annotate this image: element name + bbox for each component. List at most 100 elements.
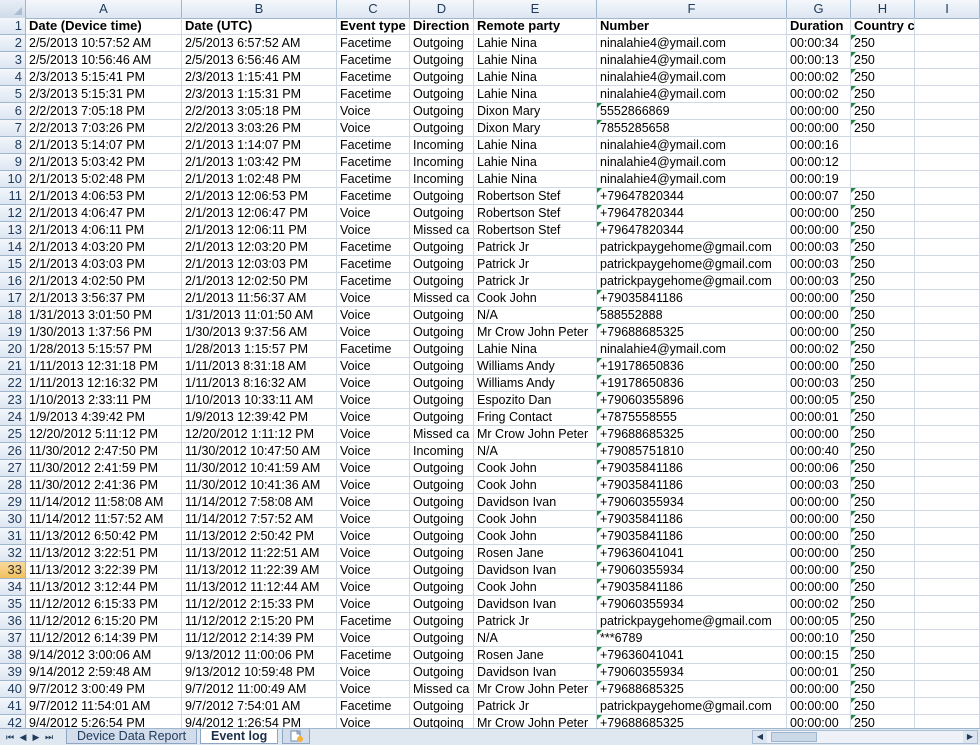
table-cell[interactable]: 2/2/2013 3:05:18 PM bbox=[182, 103, 337, 120]
table-cell[interactable]: Outgoing bbox=[410, 205, 474, 222]
row-header[interactable]: 5 bbox=[0, 86, 26, 103]
table-cell[interactable]: Voice bbox=[337, 511, 410, 528]
table-cell[interactable]: Incoming bbox=[410, 137, 474, 154]
table-cell[interactable]: Lahie Nina bbox=[474, 341, 597, 358]
table-cell[interactable]: Incoming bbox=[410, 171, 474, 188]
table-cell[interactable]: Facetime bbox=[337, 69, 410, 86]
table-cell[interactable]: Davidson Ivan bbox=[474, 494, 597, 511]
row-header[interactable]: 30 bbox=[0, 511, 26, 528]
table-cell[interactable]: Outgoing bbox=[410, 409, 474, 426]
table-cell[interactable] bbox=[915, 69, 980, 86]
table-cell[interactable]: N/A bbox=[474, 443, 597, 460]
table-cell[interactable]: 00:00:00 bbox=[787, 579, 851, 596]
table-cell[interactable]: Missed ca bbox=[410, 681, 474, 698]
table-cell[interactable]: 00:00:05 bbox=[787, 613, 851, 630]
table-cell[interactable] bbox=[915, 358, 980, 375]
table-cell[interactable]: Mr Crow John Peter bbox=[474, 324, 597, 341]
column-header-e[interactable]: E bbox=[474, 0, 597, 18]
table-cell[interactable]: Dixon Mary bbox=[474, 103, 597, 120]
table-cell[interactable]: ninalahie4@ymail.com bbox=[597, 154, 787, 171]
table-cell[interactable]: 250 bbox=[851, 86, 915, 103]
table-cell[interactable]: 00:00:00 bbox=[787, 324, 851, 341]
row-header[interactable]: 18 bbox=[0, 307, 26, 324]
table-cell[interactable]: Davidson Ivan bbox=[474, 562, 597, 579]
table-cell[interactable]: 11/14/2012 11:58:08 AM bbox=[26, 494, 182, 511]
table-cell[interactable]: Voice bbox=[337, 409, 410, 426]
table-cell[interactable]: Outgoing bbox=[410, 477, 474, 494]
table-cell[interactable]: Patrick Jr bbox=[474, 239, 597, 256]
table-cell[interactable]: ninalahie4@ymail.com bbox=[597, 341, 787, 358]
table-cell[interactable] bbox=[915, 375, 980, 392]
row-header[interactable]: 7 bbox=[0, 120, 26, 137]
column-title-cell[interactable]: Direction bbox=[410, 18, 474, 35]
table-cell[interactable]: +79060355934 bbox=[597, 596, 787, 613]
table-cell[interactable]: Mr Crow John Peter bbox=[474, 715, 597, 728]
table-cell[interactable]: +79647820344 bbox=[597, 188, 787, 205]
table-cell[interactable]: Voice bbox=[337, 120, 410, 137]
row-header[interactable]: 16 bbox=[0, 273, 26, 290]
table-cell[interactable]: 11/30/2012 10:41:36 AM bbox=[182, 477, 337, 494]
table-cell[interactable]: Outgoing bbox=[410, 307, 474, 324]
table-cell[interactable]: Patrick Jr bbox=[474, 256, 597, 273]
row-header[interactable]: 41 bbox=[0, 698, 26, 715]
table-cell[interactable]: Outgoing bbox=[410, 86, 474, 103]
table-cell[interactable]: Voice bbox=[337, 358, 410, 375]
table-cell[interactable] bbox=[851, 171, 915, 188]
table-cell[interactable]: +79636041041 bbox=[597, 545, 787, 562]
table-cell[interactable] bbox=[915, 273, 980, 290]
tab-event-log[interactable]: Event log bbox=[200, 729, 279, 744]
row-header[interactable]: 8 bbox=[0, 137, 26, 154]
table-cell[interactable]: Patrick Jr bbox=[474, 273, 597, 290]
table-cell[interactable]: 2/1/2013 12:06:11 PM bbox=[182, 222, 337, 239]
table-cell[interactable]: 1/11/2013 12:31:18 PM bbox=[26, 358, 182, 375]
table-cell[interactable]: Voice bbox=[337, 545, 410, 562]
table-cell[interactable]: 1/11/2013 8:16:32 AM bbox=[182, 375, 337, 392]
table-cell[interactable]: +79035841186 bbox=[597, 477, 787, 494]
table-cell[interactable]: 11/30/2012 10:41:59 AM bbox=[182, 460, 337, 477]
row-header[interactable]: 15 bbox=[0, 256, 26, 273]
table-cell[interactable]: Facetime bbox=[337, 171, 410, 188]
table-cell[interactable]: patrickpaygehome@gmail.com bbox=[597, 256, 787, 273]
table-cell[interactable]: 9/4/2012 5:26:54 PM bbox=[26, 715, 182, 728]
row-header[interactable]: 27 bbox=[0, 460, 26, 477]
table-cell[interactable]: Robertson Stef bbox=[474, 205, 597, 222]
table-cell[interactable]: 11/12/2012 6:15:33 PM bbox=[26, 596, 182, 613]
new-sheet-icon[interactable] bbox=[282, 729, 310, 744]
table-cell[interactable]: Outgoing bbox=[410, 120, 474, 137]
table-cell[interactable]: 9/13/2012 10:59:48 PM bbox=[182, 664, 337, 681]
table-cell[interactable]: patrickpaygehome@gmail.com bbox=[597, 698, 787, 715]
column-header-g[interactable]: G bbox=[787, 0, 851, 18]
table-cell[interactable]: Outgoing bbox=[410, 239, 474, 256]
table-cell[interactable]: 00:00:00 bbox=[787, 681, 851, 698]
table-cell[interactable]: 250 bbox=[851, 205, 915, 222]
table-cell[interactable]: Outgoing bbox=[410, 630, 474, 647]
column-header-b[interactable]: B bbox=[182, 0, 337, 18]
table-cell[interactable] bbox=[915, 137, 980, 154]
table-cell[interactable]: 11/13/2012 3:22:39 PM bbox=[26, 562, 182, 579]
table-cell[interactable]: Cook John bbox=[474, 579, 597, 596]
table-cell[interactable]: 250 bbox=[851, 596, 915, 613]
table-cell[interactable]: 11/13/2012 11:22:51 AM bbox=[182, 545, 337, 562]
table-cell[interactable]: 250 bbox=[851, 477, 915, 494]
table-cell[interactable]: Outgoing bbox=[410, 35, 474, 52]
table-cell[interactable]: 9/7/2012 11:00:49 AM bbox=[182, 681, 337, 698]
table-cell[interactable] bbox=[915, 494, 980, 511]
table-cell[interactable] bbox=[915, 426, 980, 443]
row-header[interactable]: 17 bbox=[0, 290, 26, 307]
table-cell[interactable]: Lahie Nina bbox=[474, 52, 597, 69]
row-header[interactable]: 19 bbox=[0, 324, 26, 341]
table-cell[interactable]: 250 bbox=[851, 664, 915, 681]
table-cell[interactable]: Outgoing bbox=[410, 188, 474, 205]
table-cell[interactable]: Outgoing bbox=[410, 511, 474, 528]
table-cell[interactable]: 00:00:00 bbox=[787, 103, 851, 120]
table-cell[interactable]: 7855285658 bbox=[597, 120, 787, 137]
table-cell[interactable] bbox=[915, 681, 980, 698]
table-cell[interactable]: 2/1/2013 11:56:37 AM bbox=[182, 290, 337, 307]
table-cell[interactable]: +79636041041 bbox=[597, 647, 787, 664]
table-cell[interactable]: Rosen Jane bbox=[474, 647, 597, 664]
column-title-cell[interactable]: Number bbox=[597, 18, 787, 35]
row-header[interactable]: 35 bbox=[0, 596, 26, 613]
table-cell[interactable]: +79035841186 bbox=[597, 460, 787, 477]
table-cell[interactable]: 2/1/2013 4:06:47 PM bbox=[26, 205, 182, 222]
table-cell[interactable]: 00:00:00 bbox=[787, 545, 851, 562]
